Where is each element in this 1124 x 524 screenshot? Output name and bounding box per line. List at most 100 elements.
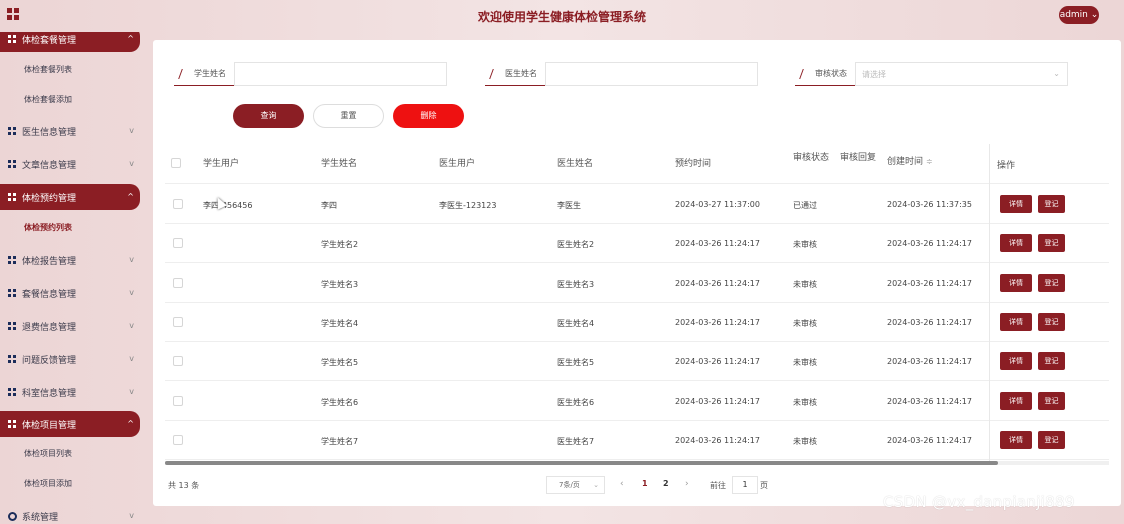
detail-button[interactable]: 详情 bbox=[1000, 392, 1032, 410]
cell-status: 未审核 bbox=[793, 398, 817, 407]
detail-button[interactable]: 详情 bbox=[1000, 274, 1032, 292]
review-status-select[interactable]: 请选择 ⌄ bbox=[855, 62, 1068, 86]
label-text: 医生姓名 bbox=[505, 69, 537, 78]
chevron-down-icon: v bbox=[129, 159, 134, 168]
cell-created: 2024-03-26 11:24:17 bbox=[887, 357, 972, 366]
sidebar-item-label: 体检套餐管理 bbox=[22, 35, 77, 46]
sidebar-item-label: 问题反馈管理 bbox=[22, 355, 77, 366]
review-status-label: 审核状态 bbox=[795, 62, 855, 86]
col-created-time[interactable]: 创建时间 ≑ bbox=[887, 156, 933, 168]
sidebar-subitem-package-add[interactable]: 体检套餐添加 bbox=[0, 89, 140, 111]
sidebar-subitem-exam-item-list[interactable]: 体检项目列表 bbox=[0, 443, 140, 465]
register-button[interactable]: 登记 bbox=[1038, 234, 1065, 252]
delete-button[interactable]: 删除 bbox=[393, 104, 464, 128]
sidebar-item-doctor-mgmt[interactable]: 医生信息管理 v bbox=[0, 118, 140, 144]
sidebar-item-label: 科室信息管理 bbox=[22, 388, 77, 399]
app-title: 欢迎使用学生健康体检管理系统 bbox=[477, 10, 646, 24]
sidebar-item-package-info-mgmt[interactable]: 套餐信息管理 v bbox=[0, 280, 140, 306]
cell-created: 2024-03-26 11:24:17 bbox=[887, 279, 972, 288]
detail-button[interactable]: 详情 bbox=[1000, 352, 1032, 370]
chevron-down-icon: ⌄ bbox=[1087, 10, 1099, 20]
student-name-input[interactable] bbox=[234, 62, 447, 86]
register-button[interactable]: 登记 bbox=[1038, 392, 1065, 410]
sidebar-item-department-mgmt[interactable]: 科室信息管理 v bbox=[0, 379, 140, 405]
register-button[interactable]: 登记 bbox=[1038, 431, 1065, 449]
col-doctor-name: 医生姓名 bbox=[557, 159, 594, 169]
cell-status: 未审核 bbox=[793, 437, 817, 446]
sidebar-item-appointment-mgmt[interactable]: 体检预约管理 ^ bbox=[0, 184, 140, 210]
cell-doctor-name: 医生姓名4 bbox=[557, 319, 595, 328]
cell-doctor-name: 医生姓名3 bbox=[557, 280, 595, 289]
chevron-up-icon: ^ bbox=[127, 34, 134, 43]
sort-icon: ≑ bbox=[925, 157, 933, 166]
pen-icon bbox=[178, 68, 188, 79]
sidebar-item-system-mgmt[interactable]: 系统管理 v bbox=[0, 503, 140, 524]
row-checkbox[interactable] bbox=[173, 199, 183, 209]
table-row: 学生姓名5 医生姓名5 2024-03-26 11:24:17 未审核 2024… bbox=[165, 342, 1109, 381]
register-button[interactable]: 登记 bbox=[1038, 195, 1065, 213]
sidebar-subitem-package-list[interactable]: 体检套餐列表 bbox=[0, 59, 140, 81]
goto-page-input[interactable]: 1 bbox=[732, 476, 758, 494]
cell-doctor-name: 医生姓名6 bbox=[557, 398, 595, 407]
register-button[interactable]: 登记 bbox=[1038, 352, 1065, 370]
col-student-user: 学生用户 bbox=[203, 159, 240, 169]
horizontal-scrollbar-thumb[interactable] bbox=[165, 461, 998, 465]
row-checkbox[interactable] bbox=[173, 435, 183, 445]
cell-status: 未审核 bbox=[793, 358, 817, 367]
sidebar-item-label: 文章信息管理 bbox=[22, 160, 77, 171]
chevron-down-icon: ⌄ bbox=[1053, 69, 1060, 78]
doctor-name-search: 医生姓名 bbox=[485, 62, 758, 86]
prev-page-icon[interactable]: ‹ bbox=[620, 479, 624, 489]
row-checkbox[interactable] bbox=[173, 356, 183, 366]
sidebar-item-feedback-mgmt[interactable]: 问题反馈管理 v bbox=[0, 346, 140, 372]
sidebar-item-package-mgmt[interactable]: 体检套餐管理 ^ bbox=[0, 32, 140, 52]
row-checkbox[interactable] bbox=[173, 238, 183, 248]
next-page-icon[interactable]: › bbox=[685, 479, 689, 489]
sidebar: 体检套餐管理 ^ 体检套餐列表 体检套餐添加 医生信息管理 v 文章信息管理 v… bbox=[0, 32, 150, 524]
cell-doctor-name: 李医生 bbox=[557, 201, 581, 210]
chevron-up-icon: ^ bbox=[127, 419, 134, 428]
cell-student-name: 学生姓名6 bbox=[321, 398, 359, 407]
register-button[interactable]: 登记 bbox=[1038, 313, 1065, 331]
detail-button[interactable]: 详情 bbox=[1000, 313, 1032, 331]
chevron-down-icon: v bbox=[129, 126, 134, 135]
sidebar-subitem-appointment-list[interactable]: 体检预约列表 bbox=[0, 217, 140, 239]
detail-button[interactable]: 详情 bbox=[1000, 234, 1032, 252]
sidebar-item-report-mgmt[interactable]: 体检报告管理 v bbox=[0, 247, 140, 273]
cell-created: 2024-03-26 11:24:17 bbox=[887, 397, 972, 406]
page-number-2[interactable]: 2 bbox=[663, 479, 669, 488]
sidebar-item-exam-item-mgmt[interactable]: 体检项目管理 ^ bbox=[0, 411, 140, 437]
main-panel: 学生姓名 医生姓名 审核状态 请选择 ⌄ 查询 重置 删除 学生用户 学生姓名 … bbox=[153, 40, 1121, 506]
row-checkbox[interactable] bbox=[173, 317, 183, 327]
cell-status: 未审核 bbox=[793, 280, 817, 289]
detail-button[interactable]: 详情 bbox=[1000, 431, 1032, 449]
chevron-down-icon: v bbox=[129, 288, 134, 297]
detail-button[interactable]: 详情 bbox=[1000, 195, 1032, 213]
select-all-checkbox[interactable] bbox=[171, 158, 181, 168]
page-suffix-label: 页 bbox=[760, 481, 768, 490]
grid-icon bbox=[8, 388, 16, 396]
table-header: 学生用户 学生姓名 医生用户 医生姓名 预约时间 审核状态 审核回复 创建时间 … bbox=[165, 142, 1109, 184]
reset-button[interactable]: 重置 bbox=[313, 104, 384, 128]
student-name-search: 学生姓名 bbox=[174, 62, 447, 86]
table-row: 学生姓名7 医生姓名7 2024-03-26 11:24:17 未审核 2024… bbox=[165, 421, 1109, 460]
grid-icon bbox=[8, 322, 16, 330]
doctor-name-label: 医生姓名 bbox=[485, 62, 545, 86]
table-row: 学生姓名4 医生姓名4 2024-03-26 11:24:17 未审核 2024… bbox=[165, 303, 1109, 342]
query-button[interactable]: 查询 bbox=[233, 104, 304, 128]
page-size-select[interactable]: 7条/页 ⌄ bbox=[546, 476, 605, 494]
admin-user-dropdown[interactable]: admin ⌄ bbox=[1059, 6, 1099, 24]
grid-icon bbox=[8, 355, 16, 363]
row-checkbox[interactable] bbox=[173, 396, 183, 406]
sidebar-item-refund-mgmt[interactable]: 退费信息管理 v bbox=[0, 313, 140, 339]
page-number-1[interactable]: 1 bbox=[642, 479, 648, 488]
sidebar-item-article-mgmt[interactable]: 文章信息管理 v bbox=[0, 151, 140, 177]
grid-icon bbox=[8, 35, 16, 43]
student-name-label: 学生姓名 bbox=[174, 62, 234, 86]
row-checkbox[interactable] bbox=[173, 278, 183, 288]
cell-doctor-name: 医生姓名2 bbox=[557, 240, 595, 249]
sidebar-subitem-exam-item-add[interactable]: 体检项目添加 bbox=[0, 473, 140, 495]
doctor-name-input[interactable] bbox=[545, 62, 758, 86]
register-button[interactable]: 登记 bbox=[1038, 274, 1065, 292]
cell-student-name: 学生姓名2 bbox=[321, 240, 359, 249]
